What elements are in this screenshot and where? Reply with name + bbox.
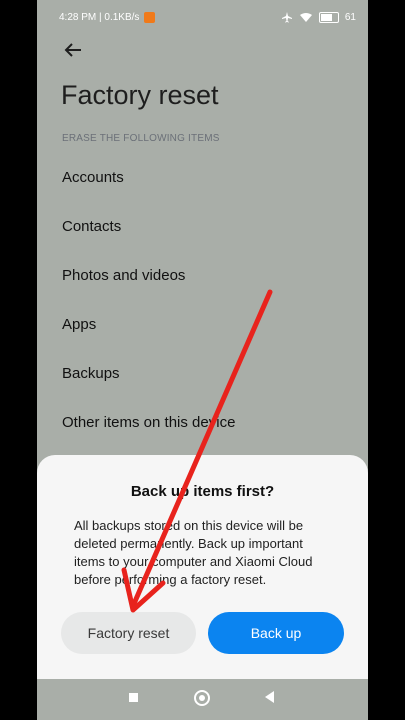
battery-icon [318, 11, 339, 23]
status-time-speed: 4:28 PM | 0.1KB/s [59, 12, 140, 23]
list-item-apps: Apps [62, 316, 97, 333]
list-item-photos-videos: Photos and videos [62, 267, 186, 284]
back-arrow-icon[interactable] [61, 38, 85, 62]
notification-app-icon [144, 12, 156, 23]
recent-apps-icon[interactable] [129, 693, 138, 702]
battery-percent: 61 [344, 11, 356, 23]
section-label: ERASE THE FOLLOWING ITEMS [62, 133, 220, 144]
status-bar: 4:28 PM | 0.1KB/s 61 [37, 0, 368, 34]
phone-screen: 4:28 PM | 0.1KB/s 61 Factory reset ERASE… [37, 0, 368, 720]
list-item-backups: Backups [62, 365, 120, 382]
list-item-other-items: Other items on this device [62, 414, 236, 431]
dialog-message: All backups stored on this device will b… [74, 518, 313, 587]
back-up-button[interactable]: Back up [208, 612, 344, 654]
home-icon[interactable] [194, 690, 210, 706]
list-item-accounts: Accounts [62, 169, 124, 186]
list-item-contacts: Contacts [62, 218, 122, 235]
wifi-icon [299, 12, 312, 22]
page-title: Factory reset [61, 80, 219, 110]
navigation-bar [37, 679, 368, 720]
airplane-mode-icon [281, 12, 292, 23]
dialog-title: Back up items first? [130, 483, 275, 500]
status-right: 61 [281, 11, 356, 23]
status-left: 4:28 PM | 0.1KB/s [59, 12, 156, 23]
factory-reset-button[interactable]: Factory reset [61, 612, 196, 654]
nav-back-icon[interactable] [265, 691, 274, 703]
